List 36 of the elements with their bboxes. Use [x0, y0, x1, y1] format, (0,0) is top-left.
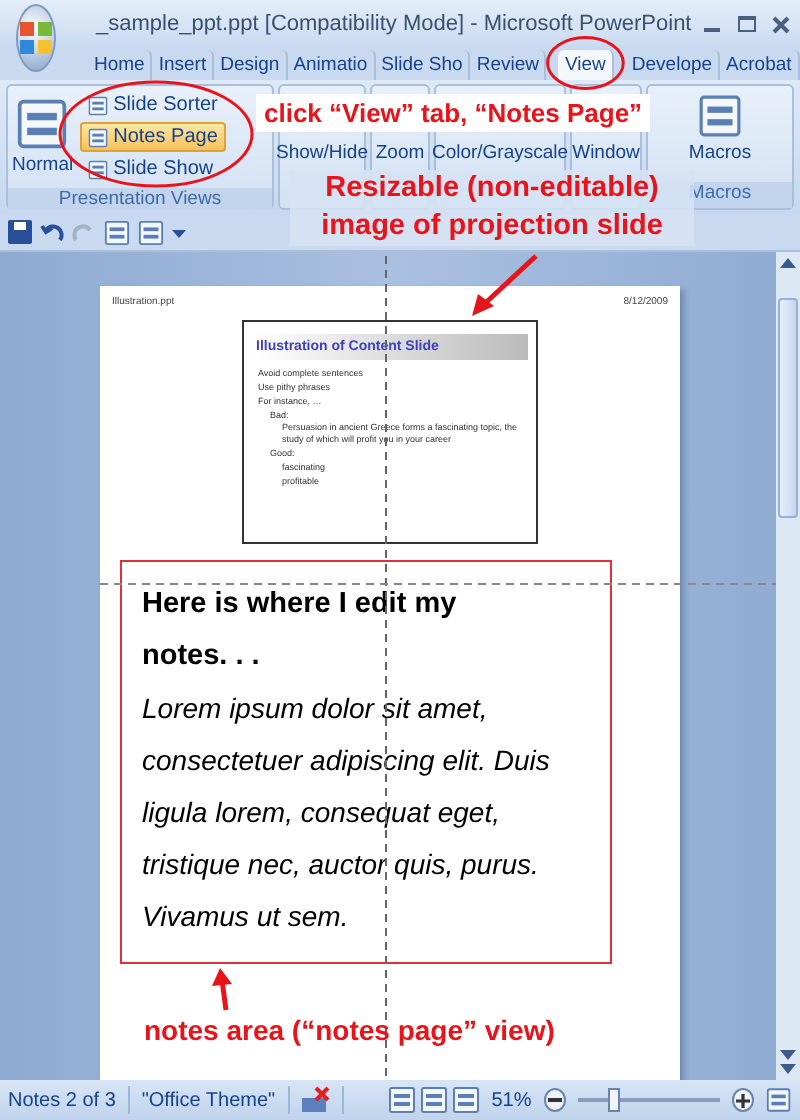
zoom-out-icon[interactable]	[543, 1088, 566, 1112]
annotation-text: click “View” tab, “Notes Page”	[256, 94, 651, 132]
maximize-icon[interactable]	[737, 15, 756, 33]
ribbon-button[interactable]: Color/Grayscale	[431, 142, 569, 164]
pointer-arrow	[212, 968, 232, 1011]
save-icon[interactable]	[8, 220, 32, 244]
zoom-in-icon[interactable]	[732, 1088, 755, 1112]
scrollbar[interactable]	[776, 252, 800, 1080]
theme-name: "Office Theme"	[141, 1089, 276, 1111]
pointer-arrow	[472, 254, 538, 316]
office-button[interactable]	[16, 4, 56, 72]
view-button[interactable]: Slide Sorter	[79, 90, 226, 120]
spelling-icon[interactable]	[300, 1086, 330, 1114]
view-icon[interactable]	[87, 95, 108, 115]
scroll-up-icon[interactable]	[780, 256, 796, 268]
dropdown-icon[interactable]	[172, 225, 186, 239]
ribbon-button[interactable]: Show/Hide	[276, 142, 368, 164]
undo-icon[interactable]	[40, 220, 64, 244]
ribbon-button[interactable]: Window	[572, 142, 640, 164]
annotation-text: notes area (“notes page” view)	[144, 1014, 555, 1046]
view-button[interactable]: Slide Show	[79, 154, 226, 184]
close-icon[interactable]	[771, 15, 790, 33]
view-button[interactable]: Notes Page	[79, 122, 226, 152]
ribbon-button[interactable]: Zoom	[375, 142, 425, 164]
scrollbar-thumb[interactable]	[778, 298, 798, 518]
normal-view-button[interactable]: Normal	[12, 98, 74, 176]
group-label: Presentation Views	[8, 188, 272, 210]
view-icon[interactable]	[87, 127, 108, 147]
slide-counter: Notes 2 of 3	[8, 1089, 116, 1111]
window-title: _sample_ppt.ppt [Compatibility Mode] - Microsoft PowerPoint	[93, 12, 692, 36]
ribbon-tab[interactable]: View	[558, 50, 614, 80]
annotation-text: Resizable (non-editable) image of projection slide	[290, 170, 694, 246]
zoom-level: 51%	[491, 1089, 532, 1111]
scroll-down-icon[interactable]	[780, 1048, 796, 1076]
highlight-ellipse	[546, 36, 626, 90]
ribbon-button[interactable]: Macros	[688, 94, 752, 164]
